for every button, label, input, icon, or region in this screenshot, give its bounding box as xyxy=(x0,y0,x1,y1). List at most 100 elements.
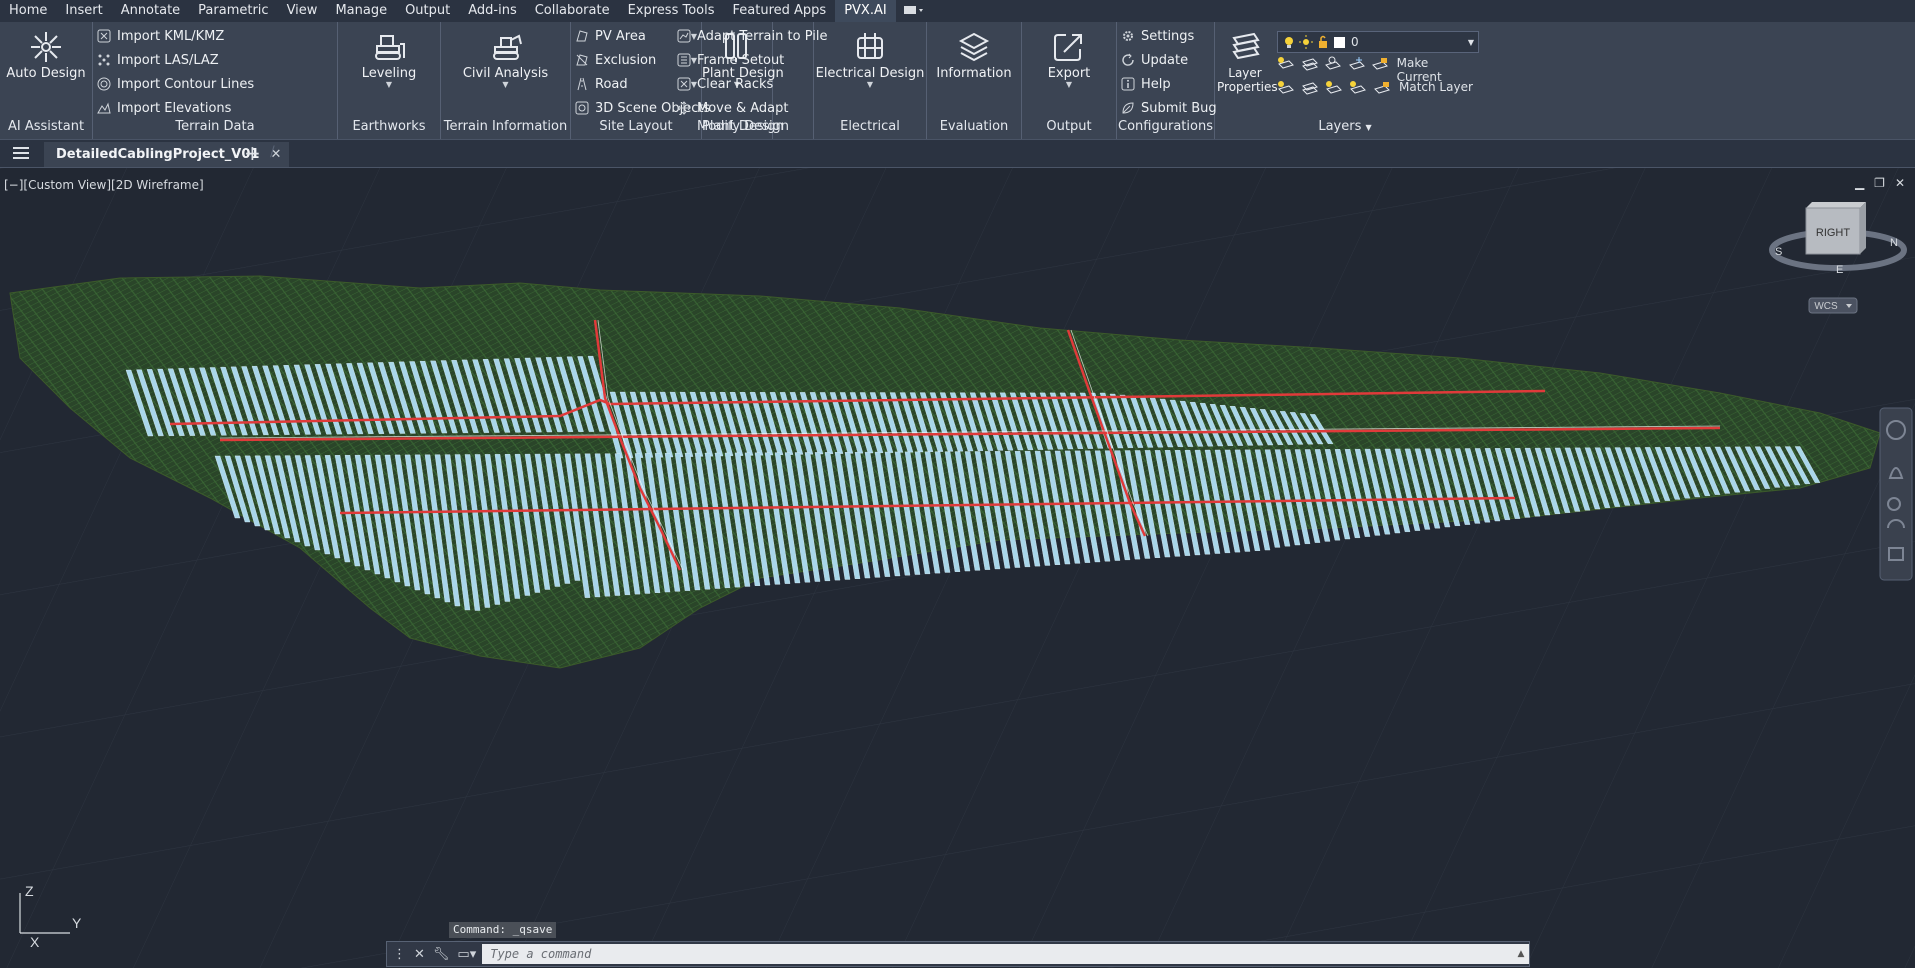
import-elevations-label: Import Elevations xyxy=(117,100,232,116)
layer-dropdown-chevron-icon[interactable]: ▼ xyxy=(1468,38,1474,47)
command-history-expand-icon[interactable]: ▲ xyxy=(1513,944,1529,964)
update-label: Update xyxy=(1141,52,1189,68)
layer-thaw-icon[interactable] xyxy=(1325,80,1343,96)
bug-icon xyxy=(1122,102,1134,114)
export-button[interactable]: Export ▼ xyxy=(1022,30,1116,89)
export-label: Export xyxy=(1047,66,1091,81)
electrical-design-dropdown-icon[interactable]: ▼ xyxy=(814,80,926,89)
close-command-line-icon[interactable]: ✕ xyxy=(414,947,425,962)
minimize-icon[interactable]: ▁ xyxy=(1855,176,1864,190)
information-label: Information xyxy=(936,66,1012,81)
information-button[interactable]: Information xyxy=(927,30,1021,81)
frame-setout-button[interactable]: Frame Setout xyxy=(677,48,827,72)
hamburger-menu-icon[interactable] xyxy=(13,146,29,160)
menu-parametric[interactable]: Parametric xyxy=(189,0,277,22)
panel-terrain-information: Civil Analysis ▼ Terrain Information xyxy=(441,22,571,139)
wcs-menu[interactable]: WCS xyxy=(1808,297,1858,314)
layer-walk-icon[interactable] xyxy=(1301,80,1319,96)
match-layer-button[interactable]: Match Layer xyxy=(1399,80,1473,96)
menu-annotate[interactable]: Annotate xyxy=(112,0,189,22)
frame-setout-icon xyxy=(677,53,691,67)
auto-design-icon xyxy=(31,32,61,62)
viewcube-side-face[interactable] xyxy=(1860,202,1866,254)
clear-racks-label: Clear Racks xyxy=(697,76,774,92)
lightbulb-icon[interactable] xyxy=(1282,35,1296,49)
menu-output[interactable]: Output xyxy=(396,0,459,22)
settings-button[interactable]: Settings xyxy=(1121,24,1217,48)
panel-title-layers[interactable]: Layers ▼ xyxy=(1215,117,1475,137)
panel-configurations: Settings Update Help Submit Bug Configur… xyxy=(1117,22,1217,139)
panel-title-terrain-data: Terrain Data xyxy=(175,119,255,134)
move-adapt-label: Move & Adapt xyxy=(697,100,789,116)
adapt-terrain-to-pile-button[interactable]: Adapt Terrain to Pile xyxy=(677,24,827,48)
leveling-button[interactable]: Leveling ▼ xyxy=(338,30,440,89)
layer-previous-icon[interactable] xyxy=(1277,80,1295,96)
panel-title-modify-design: Modify Design xyxy=(696,119,790,134)
layer-freeze-icon[interactable] xyxy=(1348,56,1366,72)
new-tab-icon[interactable]: + xyxy=(244,140,261,167)
wrench-icon[interactable]: 🔧︎ xyxy=(433,947,450,962)
import-contour-lines-button[interactable]: Import Contour Lines xyxy=(97,72,254,96)
layer-on-icon[interactable] xyxy=(1349,80,1367,96)
layer-properties-label: Layer Properties xyxy=(1217,66,1278,94)
auto-design-button[interactable]: Auto Design xyxy=(0,30,92,81)
layer-lock-icon[interactable] xyxy=(1371,56,1389,72)
layer-unisolate-icon[interactable] xyxy=(1301,56,1319,72)
menu-featured-apps[interactable]: Featured Apps xyxy=(724,0,836,22)
electrical-design-button[interactable]: Electrical Design ▼ xyxy=(814,30,926,89)
exclusion-label: Exclusion xyxy=(595,52,657,68)
layer-isolate-icon[interactable] xyxy=(1277,56,1295,72)
layer-unlock-icon[interactable] xyxy=(1373,80,1391,96)
import-kml-button[interactable]: Import KML/KMZ xyxy=(97,24,254,48)
export-dropdown-icon[interactable]: ▼ xyxy=(1022,80,1116,89)
command-line: ⋮ ✕ 🔧︎ ▭▾ ▲ xyxy=(386,941,1530,967)
drawing-viewport[interactable]: Z Y X RIGHT S N E WCS [−][Custom View][2… xyxy=(0,168,1915,968)
menu-insert[interactable]: Insert xyxy=(56,0,111,22)
clear-racks-button[interactable]: Clear Racks xyxy=(677,72,827,96)
menu-express-tools[interactable]: Express Tools xyxy=(619,0,724,22)
lock-icon[interactable] xyxy=(1316,35,1330,49)
import-las-button[interactable]: Import LAS/LAZ xyxy=(97,48,254,72)
workspace-switch-icon[interactable] xyxy=(902,4,924,19)
layer-color-swatch[interactable] xyxy=(1334,36,1345,48)
menu-pvx-ai[interactable]: PVX.AI xyxy=(835,0,896,22)
menu-manage[interactable]: Manage xyxy=(326,0,396,22)
contour-lines-icon xyxy=(97,77,111,91)
layer-tools-row-2: Match Layer xyxy=(1277,80,1473,96)
command-grip-icon[interactable]: ⋮ xyxy=(393,947,406,962)
ribbon: Auto Design AI Assistant Import KML/KMZ … xyxy=(0,22,1915,140)
import-kml-label: Import KML/KMZ xyxy=(117,28,225,44)
command-input[interactable] xyxy=(482,944,1513,964)
restore-icon[interactable]: ❐ xyxy=(1874,176,1885,190)
panel-output: Export ▼ Output xyxy=(1022,22,1117,139)
layer-properties-button[interactable]: Layer Properties xyxy=(1215,30,1278,94)
civil-analysis-dropdown-icon[interactable]: ▼ xyxy=(441,80,570,89)
menu-view[interactable]: View xyxy=(278,0,327,22)
gear-icon xyxy=(1123,31,1133,41)
menu-collaborate[interactable]: Collaborate xyxy=(526,0,619,22)
update-button[interactable]: Update xyxy=(1121,48,1217,72)
3d-objects-icon xyxy=(575,101,589,115)
compass-e-label: E xyxy=(1836,264,1843,276)
pv-area-label: PV Area xyxy=(595,28,646,44)
ucs-y-label: Y xyxy=(72,915,82,931)
layer-dropdown[interactable]: 0 ▼ xyxy=(1277,31,1479,53)
viewport-controls-label[interactable]: [−][Custom View][2D Wireframe] xyxy=(4,178,204,192)
command-prompt-icon[interactable]: ▭▾ xyxy=(457,947,476,962)
exclusion-icon xyxy=(576,54,588,66)
leveling-dropdown-icon[interactable]: ▼ xyxy=(338,80,440,89)
close-viewport-icon[interactable]: ✕ xyxy=(1895,176,1905,190)
model-space-canvas[interactable]: Z Y X RIGHT S N E WCS xyxy=(0,168,1915,968)
panel-title-terrain-information: Terrain Information xyxy=(443,119,568,134)
viewcube-top-face[interactable] xyxy=(1806,202,1866,208)
panel-earthworks: Leveling ▼ Earthworks xyxy=(338,22,441,139)
menu-add-ins[interactable]: Add-ins xyxy=(459,0,525,22)
layer-off-icon[interactable] xyxy=(1324,56,1342,72)
civil-analysis-button[interactable]: Civil Analysis ▼ xyxy=(441,30,570,89)
layers-expand-icon[interactable]: ▼ xyxy=(1366,123,1372,132)
help-button[interactable]: Help xyxy=(1121,72,1217,96)
menu-home[interactable]: Home xyxy=(0,0,56,22)
wcs-label: WCS xyxy=(1814,301,1838,312)
sun-icon[interactable] xyxy=(1299,35,1313,49)
excavator-icon xyxy=(492,34,522,60)
